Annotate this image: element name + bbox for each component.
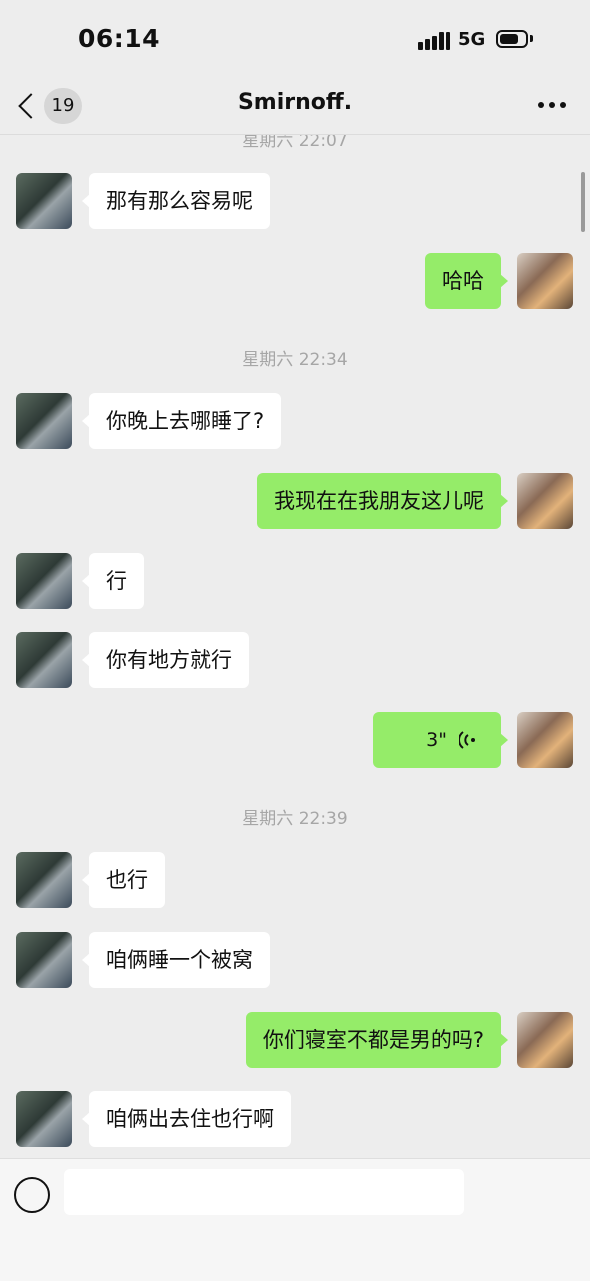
voice-toggle-icon[interactable] — [14, 1177, 50, 1213]
message-bubble[interactable]: 那有那么容易呢 — [82, 173, 270, 229]
message-bubble[interactable]: 咱俩出去住也行啊 — [82, 1091, 291, 1147]
message-row-sent: 哈哈 — [0, 253, 590, 313]
message-row-sent: 3" — [0, 712, 590, 772]
self-avatar[interactable] — [517, 1012, 573, 1068]
message-bubble[interactable]: 你晚上去哪睡了? — [81, 393, 282, 449]
self-avatar[interactable] — [517, 253, 573, 309]
message-row-received: 行 — [0, 553, 590, 613]
signal-icon — [418, 32, 450, 50]
self-avatar[interactable] — [517, 473, 573, 529]
status-time: 06:14 — [78, 24, 161, 53]
input-bar — [0, 1158, 590, 1281]
contact-avatar[interactable] — [16, 393, 72, 449]
message-row-sent: 你们寝室不都是男的吗? — [0, 1012, 590, 1072]
contact-avatar[interactable] — [16, 852, 72, 908]
contact-avatar[interactable] — [16, 173, 72, 229]
chat-message-list[interactable]: 星期六 22:07 那有那么容易呢 哈哈 星期六 22:34 你晚上去哪睡了? … — [0, 135, 590, 1158]
more-options-button[interactable] — [536, 94, 568, 114]
network-type: 5G — [458, 29, 486, 50]
contact-avatar[interactable] — [16, 632, 72, 688]
message-bubble[interactable]: 哈哈 — [425, 253, 508, 309]
contact-avatar[interactable] — [16, 1091, 72, 1147]
message-row-received: 你有地方就行 — [0, 632, 590, 692]
voice-duration: 3" — [426, 729, 447, 751]
message-bubble[interactable]: 也行 — [82, 852, 165, 908]
battery-icon — [496, 30, 528, 48]
message-input[interactable] — [64, 1169, 464, 1215]
voice-message-bubble[interactable]: 3" — [373, 712, 508, 768]
message-row-received: 那有那么容易呢 — [0, 173, 590, 233]
chat-header: 19 Smirnoff. — [0, 80, 590, 135]
contact-avatar[interactable] — [16, 553, 72, 609]
self-avatar[interactable] — [517, 712, 573, 768]
voice-wave-icon — [459, 731, 475, 749]
message-bubble[interactable]: 咱俩睡一个被窝 — [82, 932, 270, 988]
message-row-received: 咱俩出去住也行啊 — [0, 1091, 590, 1151]
chat-title: Smirnoff. — [237, 90, 353, 115]
message-row-received: 咱俩睡一个被窝 — [0, 932, 590, 992]
message-row-sent: 我现在在我朋友这儿呢 — [0, 473, 590, 533]
message-bubble[interactable]: 我现在在我朋友这儿呢 — [257, 473, 508, 529]
contact-avatar[interactable] — [16, 932, 72, 988]
timestamp: 星期六 22:07 — [242, 135, 348, 151]
message-bubble[interactable]: 行 — [82, 553, 144, 609]
timestamp: 星期六 22:39 — [242, 809, 348, 829]
status-bar: 06:14 5G — [0, 0, 590, 80]
message-row-received: 也行 — [0, 852, 590, 912]
message-row-received: 你晚上去哪睡了? — [0, 393, 590, 453]
battery-cap — [530, 35, 533, 42]
scrollbar[interactable] — [581, 172, 585, 232]
timestamp: 星期六 22:34 — [242, 350, 348, 370]
message-bubble[interactable]: 你们寝室不都是男的吗? — [245, 1012, 509, 1068]
message-bubble[interactable]: 你有地方就行 — [82, 632, 249, 688]
